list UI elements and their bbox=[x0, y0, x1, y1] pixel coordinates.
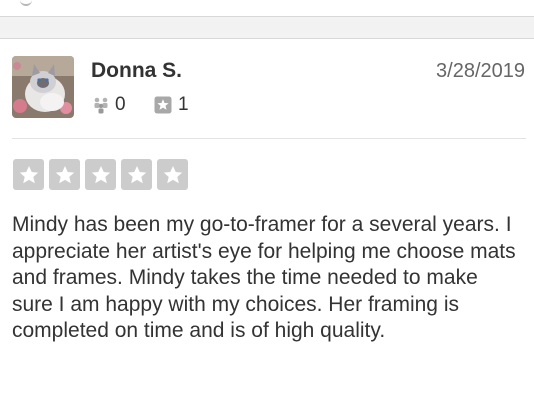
rating-star-3 bbox=[85, 159, 116, 190]
rating-star-5 bbox=[157, 159, 188, 190]
review-card: Donna S. 3/28/2019 0 1 Mindy has been my… bbox=[0, 39, 534, 400]
star-icon bbox=[163, 165, 182, 183]
star-icon bbox=[19, 165, 38, 183]
review-count-stat: 1 bbox=[154, 94, 189, 115]
review-star-icon bbox=[154, 96, 172, 114]
rating-star-1 bbox=[13, 159, 44, 190]
star-icon bbox=[91, 165, 110, 183]
friend-count-stat: 0 bbox=[93, 94, 126, 115]
rating-star-4 bbox=[121, 159, 152, 190]
card-separator bbox=[0, 17, 534, 39]
rating-star-2 bbox=[49, 159, 80, 190]
friend-count: 0 bbox=[115, 94, 126, 115]
user-avatar[interactable] bbox=[12, 56, 74, 118]
star-icon bbox=[55, 165, 74, 183]
review-count: 1 bbox=[178, 94, 189, 115]
friends-icon bbox=[94, 97, 108, 114]
star-icon bbox=[127, 165, 146, 183]
cat-photo-avatar-icon bbox=[12, 56, 74, 118]
user-name[interactable]: Donna S. bbox=[91, 59, 182, 83]
review-text: Mindy has been my go-to-framer for a sev… bbox=[12, 213, 516, 342]
previous-card-text-fragment bbox=[20, 0, 32, 6]
previous-review-card bbox=[0, 0, 534, 17]
star-rating bbox=[13, 159, 193, 190]
review-date: 3/28/2019 bbox=[436, 60, 525, 82]
divider bbox=[12, 138, 526, 139]
